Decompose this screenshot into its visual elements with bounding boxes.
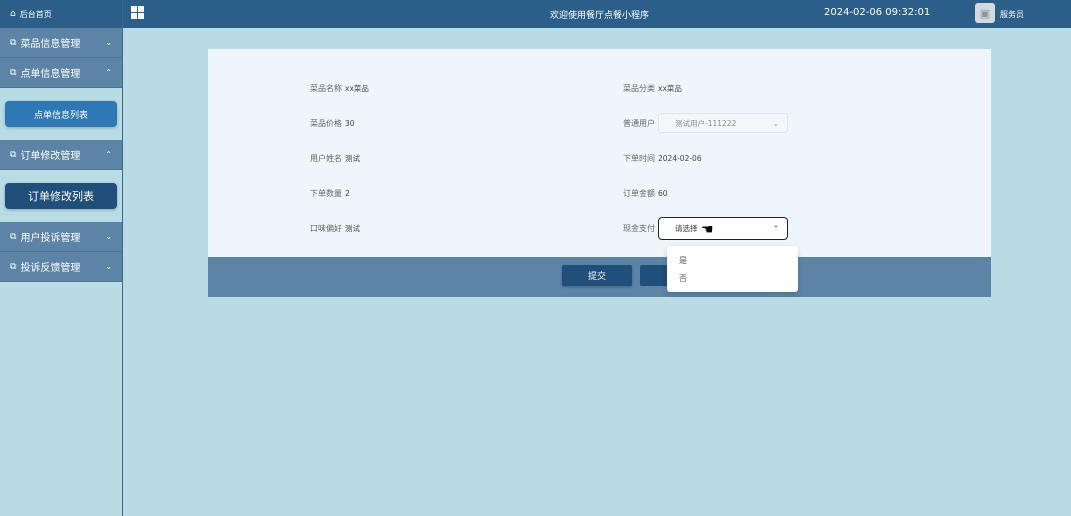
- chevron-down-icon: ⌄: [105, 232, 112, 241]
- sidebar-item-order-edit-list[interactable]: 订单修改列表: [5, 183, 117, 209]
- chevron-up-icon: ⌃: [772, 224, 779, 233]
- normal-user-label: 普通用户: [623, 118, 655, 128]
- chevron-down-icon: ⌄: [105, 38, 112, 47]
- dropdown-option-no[interactable]: 否: [679, 273, 687, 284]
- field-order-amount: 订单金额 60: [609, 188, 668, 199]
- field-dish-price: 菜品价格 30: [296, 118, 355, 129]
- grid-menu-icon[interactable]: [131, 6, 144, 19]
- chevron-down-icon: ⌄: [105, 262, 112, 271]
- chevron-up-icon: ⌃: [105, 68, 112, 77]
- external-link-icon: ⧉: [10, 149, 17, 160]
- taste-label: 口味偏好: [310, 224, 342, 233]
- sidebar-group-complaints[interactable]: ⧉ 用户投诉管理 ⌄: [0, 222, 122, 252]
- order-amount-value: 60: [658, 189, 668, 198]
- field-order-time: 下单时间 2024-02-06: [609, 153, 702, 164]
- sidebar-group-order-edit[interactable]: ⧉ 订单修改管理 ⌃: [0, 140, 122, 170]
- dropdown-option-yes[interactable]: 是: [679, 255, 687, 266]
- dish-category-value: xx菜品: [658, 84, 682, 93]
- external-link-icon: ⧉: [10, 67, 17, 78]
- sidebar-group-label: 投诉反馈管理: [20, 263, 81, 274]
- external-link-icon: ⧉: [10, 261, 17, 272]
- cash-pay-dropdown: 是 否: [667, 246, 798, 292]
- app-title: 欢迎使用餐厅点餐小程序: [550, 11, 650, 21]
- sidebar-item-order-info-list[interactable]: 点单信息列表: [5, 101, 117, 127]
- home-icon: ⌂: [10, 9, 16, 19]
- sidebar-group-label: 菜品信息管理: [20, 39, 81, 50]
- sidebar-home[interactable]: ⌂ 后台首页: [0, 0, 122, 28]
- user-name-value: 测试: [345, 154, 360, 163]
- cash-pay-select[interactable]: 请选择 ⌃: [658, 217, 788, 240]
- order-time-value: 2024-02-06: [658, 154, 702, 163]
- sidebar-group-dish[interactable]: ⧉ 菜品信息管理 ⌄: [0, 28, 122, 58]
- dish-price-label: 菜品价格: [310, 119, 342, 128]
- quantity-label: 下单数量: [310, 189, 342, 198]
- dish-category-label: 菜品分类: [623, 84, 655, 93]
- field-cash-pay: 现金支付 请选择 ⌃: [609, 217, 788, 240]
- field-normal-user: 普通用户 测试用户-111222 ⌄: [609, 113, 788, 133]
- quantity-value: 2: [345, 189, 350, 198]
- field-dish-name: 菜品名称 xx菜品: [296, 83, 369, 94]
- avatar-image-icon[interactable]: ▣: [975, 3, 995, 23]
- field-dish-category: 菜品分类 xx菜品: [609, 83, 682, 94]
- user-name[interactable]: 服务员: [1000, 9, 1024, 20]
- external-link-icon: ⧉: [10, 37, 17, 48]
- topbar: 欢迎使用餐厅点餐小程序 2024-02-06 09:32:01 ▣ 服务员: [123, 0, 1071, 28]
- dish-price-value: 30: [345, 119, 355, 128]
- cash-pay-label: 现金支付: [623, 224, 655, 233]
- external-link-icon: ⧉: [10, 231, 17, 242]
- sidebar-group-order-info[interactable]: ⧉ 点单信息管理 ⌃: [0, 58, 122, 88]
- sidebar-group-label: 点单信息管理: [20, 69, 81, 80]
- sidebar-home-label: 后台首页: [19, 9, 52, 19]
- field-user-name: 用户姓名 测试: [296, 153, 360, 164]
- dish-name-value: xx菜品: [345, 84, 369, 93]
- normal-user-value: 测试用户-111222: [675, 118, 737, 128]
- sidebar-group-label: 用户投诉管理: [20, 233, 81, 244]
- dish-name-label: 菜品名称: [310, 84, 342, 93]
- chevron-down-icon: ⌄: [772, 118, 779, 128]
- user-name-label: 用户姓名: [310, 154, 342, 163]
- cash-pay-placeholder: 请选择: [675, 224, 698, 233]
- taste-value: 测试: [345, 224, 360, 233]
- sidebar: ⌂ 后台首页 ⧉ 菜品信息管理 ⌄ ⧉ 点单信息管理 ⌃ 点单信息列表 ⧉ 订单…: [0, 0, 123, 516]
- field-taste: 口味偏好 测试: [296, 223, 360, 234]
- chevron-up-icon: ⌃: [105, 150, 112, 159]
- sidebar-group-feedback[interactable]: ⧉ 投诉反馈管理 ⌄: [0, 252, 122, 282]
- normal-user-select[interactable]: 测试用户-111222 ⌄: [658, 113, 788, 133]
- hand-cursor-icon: ☚: [701, 222, 714, 238]
- order-time-label: 下单时间: [623, 154, 655, 163]
- sidebar-group-label: 订单修改管理: [20, 151, 81, 162]
- field-quantity: 下单数量 2: [296, 188, 350, 199]
- submit-button[interactable]: 提交: [562, 265, 632, 286]
- current-datetime: 2024-02-06 09:32:01: [824, 7, 931, 18]
- order-amount-label: 订单金额: [623, 189, 655, 198]
